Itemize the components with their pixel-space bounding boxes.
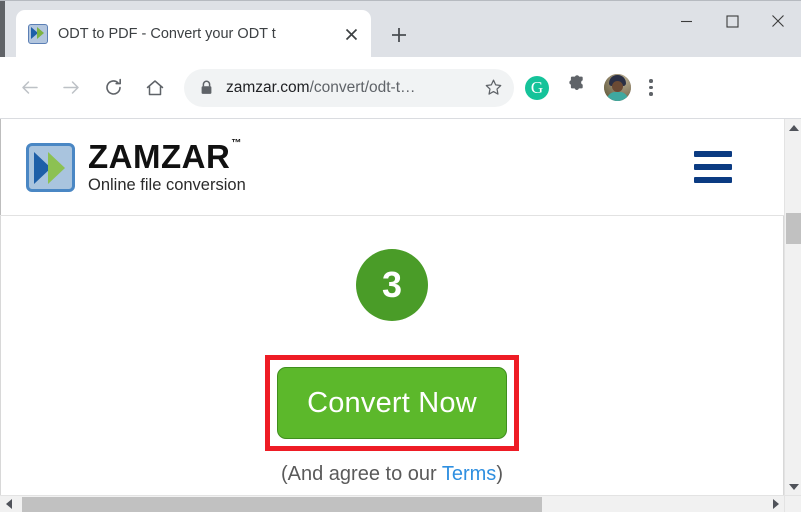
vertical-scrollbar-thumb[interactable] — [786, 213, 801, 244]
convert-cta-area: Convert Now — [1, 355, 783, 451]
puzzle-piece-icon — [566, 74, 588, 101]
terms-suffix: ) — [496, 463, 503, 485]
window-controls — [663, 1, 801, 41]
forward-button[interactable] — [52, 69, 90, 107]
browser-toolbar: zamzar.com/convert/odt-t… G — [0, 57, 801, 119]
zamzar-logo-text: ZAMZAR™ Online file conversion — [88, 138, 246, 195]
scroll-up-button[interactable] — [785, 119, 801, 136]
url-path: /convert/odt-t… — [309, 78, 416, 96]
bookmark-star-icon[interactable] — [478, 78, 508, 97]
chrome-menu-button[interactable] — [636, 71, 666, 105]
triangle-left-icon — [5, 499, 12, 509]
red-highlight-box: Convert Now — [265, 355, 519, 451]
hamburger-bar — [694, 177, 732, 183]
maximize-button[interactable] — [709, 1, 755, 41]
logo-tagline: Online file conversion — [88, 176, 246, 195]
tab-title: ODT to PDF - Convert your ODT t — [58, 26, 276, 42]
tab-strip: ODT to PDF - Convert your ODT t — [0, 0, 801, 58]
browser-window: ODT to PDF - Convert your ODT t zamzar.c… — [0, 0, 801, 512]
avatar — [603, 74, 631, 101]
page-main: 3 Convert Now (And agree to our Terms) — [0, 216, 784, 495]
address-bar[interactable]: zamzar.com/convert/odt-t… — [184, 68, 514, 107]
zamzar-logo[interactable]: ZAMZAR™ Online file conversion — [26, 138, 246, 195]
url-host: zamzar.com — [226, 78, 310, 96]
convert-now-button[interactable]: Convert Now — [277, 367, 507, 439]
vertical-scrollbar[interactable] — [784, 119, 801, 495]
hamburger-bar — [694, 151, 732, 157]
close-window-button[interactable] — [755, 1, 801, 41]
logo-wordmark: ZAMZAR™ — [88, 138, 242, 176]
home-button[interactable] — [136, 69, 174, 107]
zamzar-logo-icon — [26, 142, 75, 192]
grammarly-extension-button[interactable]: G — [520, 71, 554, 105]
site-header: ZAMZAR™ Online file conversion — [0, 119, 784, 216]
extensions-button[interactable] — [560, 71, 594, 105]
url-text: zamzar.com/convert/odt-t… — [226, 79, 478, 97]
lock-icon — [200, 80, 214, 95]
triangle-up-icon — [788, 124, 799, 131]
reload-button[interactable] — [94, 69, 132, 107]
terms-line: (And agree to our Terms) — [1, 463, 783, 486]
logo-word: ZAMZAR — [88, 138, 231, 176]
horizontal-scrollbar[interactable] — [0, 495, 784, 512]
hamburger-bar — [694, 164, 732, 170]
close-tab-icon[interactable] — [339, 22, 363, 46]
scrollbar-corner — [784, 495, 801, 512]
scroll-left-button[interactable] — [0, 496, 17, 512]
back-button[interactable] — [10, 69, 48, 107]
scroll-down-button[interactable] — [785, 478, 801, 495]
scroll-right-button[interactable] — [767, 496, 784, 512]
menu-dot — [649, 85, 653, 90]
triangle-down-icon — [788, 483, 799, 490]
hamburger-menu-icon[interactable] — [694, 144, 732, 190]
triangle-right-icon — [772, 499, 779, 509]
step-number-badge: 3 — [356, 249, 428, 321]
menu-dot — [649, 79, 653, 83]
page-viewport: ZAMZAR™ Online file conversion 3 Convert… — [0, 119, 801, 512]
horizontal-scrollbar-thumb[interactable] — [22, 497, 542, 512]
web-page: ZAMZAR™ Online file conversion 3 Convert… — [0, 119, 784, 495]
menu-dot — [649, 92, 653, 96]
zamzar-favicon-icon — [28, 24, 48, 44]
new-tab-button[interactable] — [385, 21, 413, 49]
profile-button[interactable] — [600, 71, 634, 105]
browser-tab[interactable]: ODT to PDF - Convert your ODT t — [16, 10, 371, 58]
terms-link[interactable]: Terms — [442, 463, 496, 485]
minimize-button[interactable] — [663, 1, 709, 41]
grammarly-icon: G — [525, 75, 549, 100]
terms-prefix: (And agree to our — [281, 463, 442, 485]
logo-trademark: ™ — [231, 138, 242, 150]
